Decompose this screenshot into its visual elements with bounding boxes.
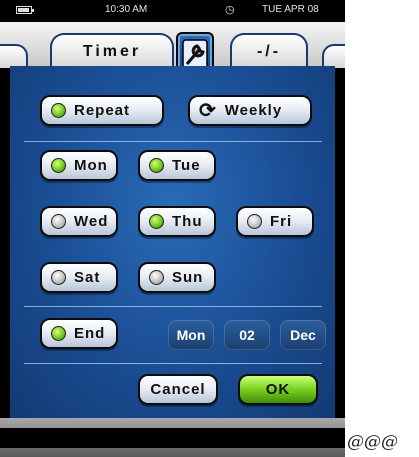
repeat-toggle[interactable]: Repeat bbox=[40, 95, 164, 126]
led-icon bbox=[149, 214, 164, 229]
end-month-field[interactable]: Dec bbox=[280, 320, 326, 350]
end-toggle[interactable]: End bbox=[40, 318, 118, 349]
day-toggle-sun[interactable]: Sun bbox=[138, 262, 216, 293]
status-time: 10:30 AM bbox=[105, 4, 148, 15]
led-icon bbox=[149, 158, 164, 173]
day-label: Sun bbox=[172, 269, 204, 286]
led-icon bbox=[149, 270, 164, 285]
day-label: Tue bbox=[172, 157, 201, 174]
tab-timer-label: Timer bbox=[82, 42, 142, 60]
weekly-label: Weekly bbox=[224, 102, 283, 119]
repeat-led-icon bbox=[51, 103, 66, 118]
led-icon bbox=[51, 270, 66, 285]
cancel-label: Cancel bbox=[150, 381, 206, 398]
day-label: Wed bbox=[74, 213, 109, 230]
end-day-field[interactable]: Mon bbox=[168, 320, 214, 350]
status-date: TUE APR 08 bbox=[262, 4, 319, 15]
day-toggle-wed[interactable]: Wed bbox=[40, 206, 118, 237]
timer-panel: Repeat ⟳ Weekly Mon Tue Wed Thu Fri Sat … bbox=[10, 66, 335, 418]
day-label: Fri bbox=[270, 213, 293, 230]
device-screen: 10:30 AM ◷ TUE APR 08 Timer -/- Repeat ⟳… bbox=[0, 0, 345, 457]
led-icon bbox=[51, 158, 66, 173]
tab-right-stub[interactable] bbox=[322, 44, 345, 68]
led-icon bbox=[247, 214, 262, 229]
day-toggle-fri[interactable]: Fri bbox=[236, 206, 314, 237]
day-label: Mon bbox=[74, 157, 108, 174]
day-toggle-mon[interactable]: Mon bbox=[40, 150, 118, 181]
divider bbox=[24, 363, 322, 364]
end-date-field[interactable]: 02 bbox=[224, 320, 270, 350]
bottom-bar-strip bbox=[0, 428, 345, 448]
ok-button[interactable]: OK bbox=[238, 374, 318, 405]
tab-timer[interactable]: Timer bbox=[50, 33, 174, 68]
led-icon bbox=[51, 214, 66, 229]
divider bbox=[24, 141, 322, 142]
ok-label: OK bbox=[265, 381, 291, 398]
status-bar: 10:30 AM ◷ TUE APR 08 bbox=[0, 0, 345, 22]
divider bbox=[24, 306, 322, 307]
tab-left-stub[interactable] bbox=[0, 44, 28, 68]
tab-bar: Timer -/- bbox=[0, 22, 345, 88]
end-led-icon bbox=[51, 326, 66, 341]
battery-icon bbox=[16, 6, 34, 14]
cancel-button[interactable]: Cancel bbox=[138, 374, 218, 405]
alarm-clock-icon: ◷ bbox=[225, 4, 235, 16]
day-label: Sat bbox=[74, 269, 101, 286]
repeat-label: Repeat bbox=[74, 102, 131, 119]
day-toggle-tue[interactable]: Tue bbox=[138, 150, 216, 181]
tab-other[interactable]: -/- bbox=[230, 33, 308, 68]
end-label: End bbox=[74, 325, 106, 342]
tab-other-label: -/- bbox=[256, 42, 282, 60]
day-toggle-sat[interactable]: Sat bbox=[40, 262, 118, 293]
day-label: Thu bbox=[172, 213, 203, 230]
trailing-text: @@@ bbox=[347, 432, 398, 452]
cycle-arrows-icon: ⟳ bbox=[199, 100, 217, 122]
day-toggle-thu[interactable]: Thu bbox=[138, 206, 216, 237]
weekly-mode-button[interactable]: ⟳ Weekly bbox=[188, 95, 312, 126]
bottom-bar bbox=[0, 418, 345, 457]
